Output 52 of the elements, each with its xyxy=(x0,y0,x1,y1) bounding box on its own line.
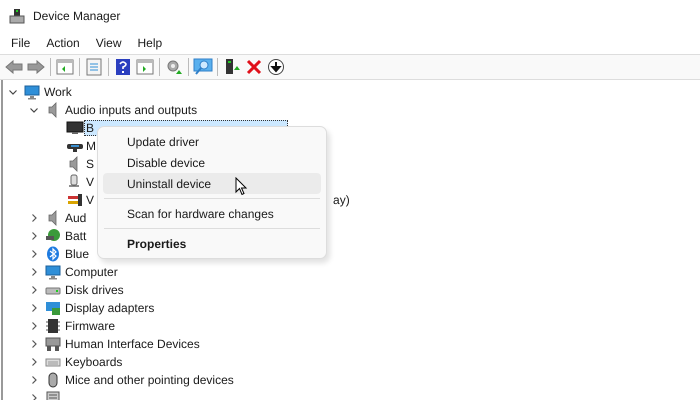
menu-item[interactable]: Uninstall device xyxy=(103,173,321,194)
chevron-right-icon[interactable] xyxy=(29,249,39,259)
tree-item[interactable]: M xyxy=(84,138,98,154)
tree-item[interactable]: Mice and other pointing devices xyxy=(63,372,236,388)
tree-item[interactable]: Computer xyxy=(63,264,120,280)
tree-item[interactable]: Disk drives xyxy=(63,282,126,298)
tree-item[interactable]: V xyxy=(84,174,96,190)
bluetooth-icon xyxy=(45,246,61,262)
tree-item[interactable]: Aud xyxy=(63,210,88,226)
microphone-icon xyxy=(66,174,82,190)
menu-item[interactable]: File xyxy=(4,33,38,53)
mouse-cursor-icon xyxy=(235,177,248,196)
menu-item[interactable]: Disable device xyxy=(103,152,321,173)
computer-icon xyxy=(45,264,61,280)
window-title: Device Manager xyxy=(33,8,120,25)
menu-item[interactable]: View xyxy=(88,33,128,53)
chevron-right-icon[interactable] xyxy=(29,321,39,331)
keyboard-device-icon xyxy=(45,336,61,352)
chevron-right-icon[interactable] xyxy=(29,303,39,313)
display-adapter-icon xyxy=(45,300,61,316)
cable-icon xyxy=(66,192,84,208)
tree-item[interactable]: Keyboards xyxy=(63,354,124,370)
menu-item[interactable]: Action xyxy=(39,33,87,53)
chevron-right-icon[interactable] xyxy=(29,267,39,277)
tree-item[interactable]: Blue xyxy=(63,246,92,262)
tree-item[interactable]: Batt xyxy=(63,228,88,244)
chevron-right-icon[interactable] xyxy=(29,213,39,223)
chevron-right-icon[interactable] xyxy=(29,231,39,241)
app-icon xyxy=(9,8,25,24)
tree-item[interactable]: Work xyxy=(42,84,74,100)
chip-icon xyxy=(45,318,61,334)
computer-icon xyxy=(24,84,40,100)
chevron-right-icon[interactable] xyxy=(29,375,39,385)
tree-item[interactable]: Human Interface Devices xyxy=(63,336,202,352)
chevron-down-icon[interactable] xyxy=(8,87,18,97)
battery-icon xyxy=(45,228,61,244)
chevron-right-icon[interactable] xyxy=(29,393,39,400)
tree-item-tail: ay) xyxy=(333,192,350,209)
chevron-down-icon[interactable] xyxy=(29,105,39,115)
tree-item[interactable]: Firmware xyxy=(63,318,117,334)
menu-item[interactable]: Update driver xyxy=(103,131,321,152)
menu-item[interactable]: Help xyxy=(130,33,170,53)
tree-item[interactable]: Audio inputs and outputs xyxy=(63,102,200,118)
down-arrow-icon[interactable] xyxy=(265,56,287,78)
menu-item[interactable]: Properties xyxy=(103,233,321,254)
chevron-right-icon[interactable] xyxy=(29,285,39,295)
tree-item[interactable]: S xyxy=(84,156,96,172)
tree-item[interactable]: V xyxy=(84,192,96,208)
chevron-right-icon[interactable] xyxy=(29,339,39,349)
menu-item[interactable]: Scan for hardware changes xyxy=(103,203,321,224)
chevron-right-icon[interactable] xyxy=(29,357,39,367)
tree-item[interactable]: Display adapters xyxy=(63,300,156,316)
